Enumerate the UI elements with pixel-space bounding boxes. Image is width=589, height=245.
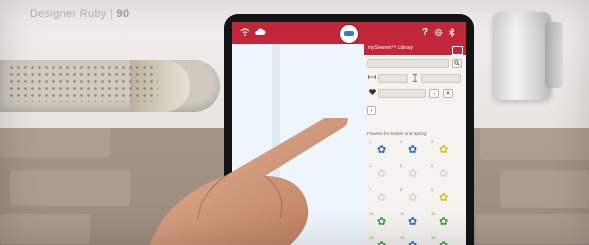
pointing-hand: [150, 118, 348, 245]
height-filter-icon[interactable]: [410, 73, 420, 83]
panel-close-icon[interactable]: [452, 46, 463, 55]
help-icon[interactable]: ?: [422, 22, 428, 44]
design-thumbnail[interactable]: 15✿: [431, 235, 459, 245]
design-thumbnail[interactable]: 9 ✿: [431, 187, 459, 209]
green-flower-icon: ✿: [439, 240, 448, 245]
white-flower-icon: ✿: [408, 168, 418, 180]
screen-top-bar: ?: [232, 22, 466, 44]
library-panel-header: mySewnet™ Library: [364, 44, 466, 55]
favorite-heart-icon[interactable]: [367, 89, 377, 98]
brand-name: Designer Ruby: [30, 8, 107, 20]
design-number: 2: [400, 139, 403, 144]
blue-flower-icon: ✿: [408, 216, 418, 228]
design-number: 3: [431, 139, 434, 144]
height-filter[interactable]: [421, 74, 461, 83]
yellow-flower-icon: ✿: [439, 144, 449, 156]
filter-icon[interactable]: [367, 74, 377, 83]
design-thumbnail[interactable]: 14✿: [400, 235, 428, 245]
design-number: 9: [431, 187, 434, 192]
design-thumbnail[interactable]: 2 ✿: [400, 139, 428, 161]
design-number: 14: [400, 235, 405, 240]
wifi-icon[interactable]: [240, 22, 250, 44]
design-thumbnail[interactable]: 8 ✿: [400, 187, 428, 209]
brand-label: Designer Ruby | 90: [30, 8, 130, 20]
design-thumbnail[interactable]: 6 ✿: [431, 163, 459, 185]
design-thumbnail[interactable]: 12 ✿: [431, 211, 459, 233]
sort-button[interactable]: ↕: [429, 89, 439, 98]
width-filter[interactable]: [378, 74, 408, 83]
design-number: 11: [400, 211, 405, 216]
design-thumbnail[interactable]: 11 ✿: [400, 211, 428, 233]
search-icon[interactable]: [452, 59, 462, 68]
design-number: 6: [431, 163, 434, 168]
design-thumbnail[interactable]: 3 ✿: [431, 139, 459, 161]
gear-icon[interactable]: [434, 22, 443, 44]
green-flower-icon: ✿: [439, 216, 449, 228]
design-thumbnail[interactable]: 5 ✿: [400, 163, 428, 185]
design-number: 12: [431, 211, 436, 216]
category-select[interactable]: [378, 89, 426, 98]
blue-flower-icon: ✿: [408, 144, 418, 156]
bluetooth-icon[interactable]: [448, 22, 456, 44]
design-number: 5: [400, 163, 403, 168]
white-flower-icon: ✿: [439, 168, 449, 180]
white-flower-icon: ✿: [408, 192, 418, 204]
library-title: mySewnet™ Library: [368, 45, 414, 51]
search-input[interactable]: [367, 59, 449, 68]
model-number: 90: [116, 8, 130, 20]
cloud-icon[interactable]: [254, 22, 266, 44]
back-arrow-icon[interactable]: ‹: [367, 106, 376, 115]
blue-flower-icon: ✿: [408, 240, 417, 245]
handwheel-cap: [545, 22, 563, 88]
design-number: 8: [400, 187, 403, 192]
yellow-flower-icon: ✿: [439, 192, 449, 204]
home-icon[interactable]: [339, 24, 359, 44]
speaker-grille: [8, 64, 158, 102]
design-number: 15: [431, 235, 436, 240]
handwheel[interactable]: [493, 12, 551, 100]
clear-filter-button[interactable]: ✕: [443, 89, 453, 98]
